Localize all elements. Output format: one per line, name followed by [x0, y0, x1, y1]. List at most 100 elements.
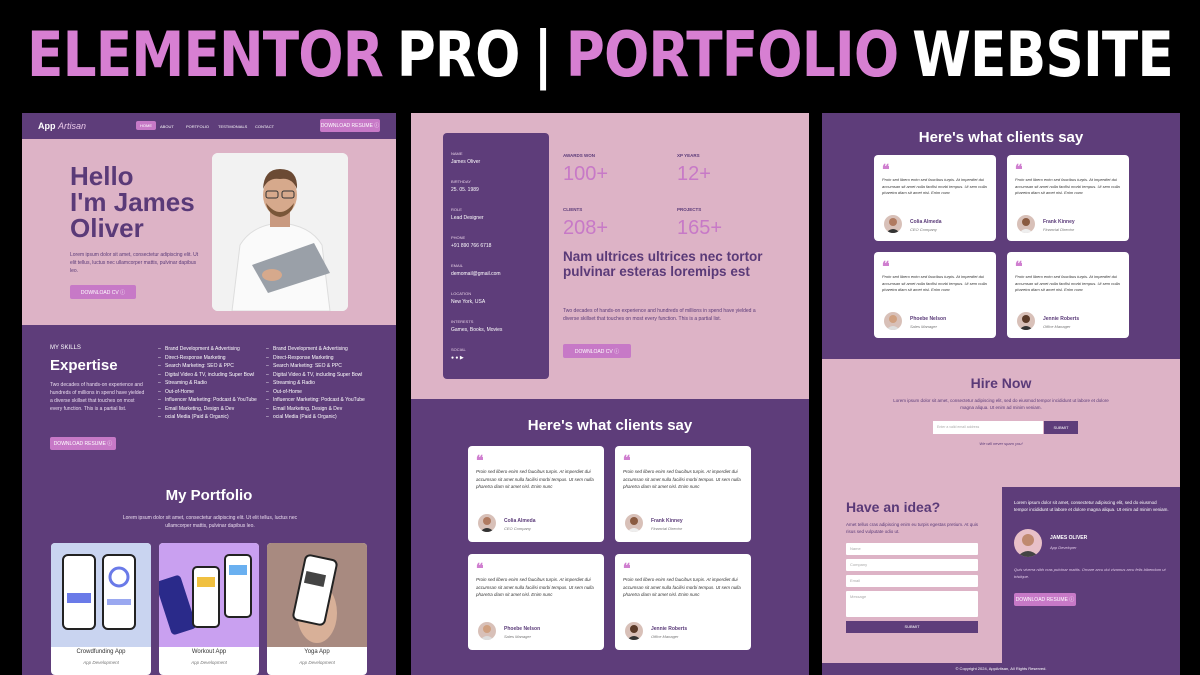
- title-elementor: ELEMENTOR: [27, 17, 384, 91]
- avatar: [478, 514, 496, 532]
- about-heading: Nam ultrices ultrices nec tortor pulvina…: [563, 249, 763, 279]
- dash-icon: –: [158, 354, 161, 361]
- avatar: [884, 215, 902, 233]
- testimonial-card: ❝ Proin sed libero enim sed faucibus tur…: [1007, 155, 1129, 241]
- name-field[interactable]: Name: [846, 543, 978, 555]
- profile-download-button[interactable]: DOWNLOAD RESUME ⓘ: [1014, 593, 1076, 606]
- portfolio-title: My Portfolio: [165, 487, 253, 504]
- panel-about: NAME James Oliver BIRTHDAY 25. 05. 1989 ROLE…: [411, 113, 809, 675]
- footer: © Copyright 2024, AppArtisan, All Rights…: [822, 663, 1180, 675]
- email-input[interactable]: Enter a valid email address: [933, 421, 1043, 434]
- panel-contact: Here's what clients say ❝ Proin sed libe…: [822, 113, 1180, 675]
- portfolio-card-yoga[interactable]: Yoga App App Development: [267, 543, 367, 675]
- profile-intro: Lorem ipsum dolor sit amet, consectetur …: [1014, 500, 1169, 512]
- dash-icon: –: [158, 371, 161, 378]
- quote-icon: ❝: [623, 452, 631, 468]
- card-title: Yoga App: [304, 649, 330, 655]
- quote-icon: ❝: [476, 452, 484, 468]
- skill-list-item: – Influencer Marketing: Podcast & YouTube: [158, 397, 257, 403]
- info-value: Lead Designer: [451, 215, 484, 221]
- testimonial-card: ❝ Proin sed libero enim sed faucibus tur…: [874, 155, 996, 241]
- quote-icon: ❝: [623, 560, 631, 576]
- skill-list-item: – Influencer Marketing: Podcast & YouTube: [266, 397, 365, 403]
- info-label: PHONE: [451, 235, 466, 240]
- twitter-icon[interactable]: ●: [455, 355, 458, 361]
- info-label: SOCIAL: [451, 347, 466, 352]
- info-label: ROLE: [451, 207, 462, 212]
- hero-line2: I'm James: [70, 187, 195, 217]
- navbar: App Artisan HOME ABOUT PORTFOLIO TESTIMO…: [22, 113, 396, 139]
- person-name: Frank Kinney: [651, 518, 683, 524]
- nav-about[interactable]: ABOUT: [160, 124, 174, 129]
- profile-photo: [212, 153, 348, 311]
- testimonial-text: Proin sed libero enim sed faucibus turpi…: [1015, 177, 1120, 195]
- dash-icon: –: [158, 397, 161, 403]
- skills-title: Expertise: [50, 357, 118, 374]
- hero-text: Lorem ipsum dolor sit amet, consectetur …: [70, 252, 199, 274]
- stat-label-xp: XP YEARS: [677, 153, 700, 158]
- nav-download-resume-button[interactable]: DOWNLOAD RESUME ⓘ: [320, 119, 380, 132]
- nav-portfolio[interactable]: PORTFOLIO: [186, 124, 209, 129]
- skill-list-item: – Out-of-Home: [158, 388, 194, 395]
- download-cv-button[interactable]: DOWNLOAD CV ⓘ: [70, 285, 136, 299]
- nav-home[interactable]: HOME: [136, 121, 156, 130]
- skill-list-item: – Brand Development & Advertising: [266, 346, 348, 352]
- quote-icon: ❝: [882, 161, 890, 177]
- hero-heading: Hello I'm James Oliver: [70, 163, 195, 241]
- avatar: [1017, 215, 1035, 233]
- skills-download-button[interactable]: DOWNLOAD RESUME ⓘ: [50, 437, 116, 450]
- person-role: Sales Manager: [910, 324, 937, 329]
- testimonial-text: Proin sed libero enim sed faucibus turpi…: [882, 177, 987, 195]
- email-submit-button[interactable]: SUBMIT: [1044, 421, 1078, 434]
- quote-icon: ❝: [1015, 161, 1023, 177]
- skills-text: Two decades of hands-on experience and h…: [50, 382, 145, 412]
- contact-section: Hire Now Lorem ipsum dolor sit amet, con…: [822, 359, 1180, 663]
- nav-testimonials[interactable]: TESTIMONIALS: [218, 124, 247, 129]
- info-value: Games, Books, Movies: [451, 327, 503, 333]
- stat-value-projects: 165+: [677, 217, 723, 239]
- info-sidebar: NAME James Oliver BIRTHDAY 25. 05. 1989 ROLE…: [443, 133, 549, 379]
- testimonial-card: ❝ Proin sed libero enim sed faucibus tur…: [615, 554, 751, 650]
- profile-name: JAMES OLIVER: [1050, 535, 1088, 541]
- testimonial-text: Proin sed libero enim sed faucibus turpi…: [1015, 274, 1120, 292]
- person-name: Phoebe Nelson: [910, 316, 947, 322]
- portfolio-text: Lorem ipsum dolor sit amet, consectetur …: [122, 515, 298, 529]
- stat-label-clients: CLIENTS: [563, 207, 583, 212]
- avatar: [884, 312, 902, 330]
- skill-list-item: – Streaming & Radio: [266, 380, 315, 386]
- portfolio-card-workout[interactable]: Workout App App Development: [159, 543, 259, 675]
- company-field[interactable]: Company: [846, 559, 978, 571]
- info-label: BIRTHDAY: [451, 179, 471, 184]
- panel-home: App Artisan HOME ABOUT PORTFOLIO TESTIMO…: [22, 113, 396, 675]
- portfolio-card-crowdfunding[interactable]: Crowdfunding App App Development: [51, 543, 151, 675]
- card-title: Workout App: [191, 649, 227, 655]
- person-name: Jennie Roberts: [1043, 316, 1080, 322]
- logo-text: App: [38, 121, 56, 131]
- profile-avatar: [1014, 529, 1042, 557]
- card-subtitle: App Development: [83, 660, 119, 665]
- facebook-icon[interactable]: ●: [451, 355, 454, 361]
- about-download-cv-button[interactable]: DOWNLOAD CV ⓘ: [563, 344, 631, 358]
- logo[interactable]: App Artisan: [38, 121, 86, 131]
- stat-label-projects: PROJECTS: [677, 207, 702, 212]
- social-icons[interactable]: ● ● ▶: [451, 355, 464, 361]
- message-field[interactable]: Message: [846, 591, 978, 617]
- person-role: CEO Company: [910, 227, 937, 232]
- profile-box: Lorem ipsum dolor sit amet, consectetur …: [1002, 487, 1180, 663]
- skills-list-col2: – Brand Development & Advertising – Direct-…: [266, 345, 366, 422]
- form-submit-button[interactable]: SUBMIT: [846, 621, 978, 633]
- dash-icon: –: [158, 380, 161, 386]
- hire-title: Hire Now: [970, 375, 1032, 391]
- person-role: Sales Manager: [504, 634, 531, 639]
- person-role: CEO Company: [504, 526, 531, 531]
- title-website: WEBSITE: [912, 17, 1174, 91]
- youtube-icon[interactable]: ▶: [460, 355, 464, 361]
- card-subtitle: App Development: [299, 660, 335, 665]
- hero-section: Hello I'm James Oliver Lorem ipsum dolor…: [22, 139, 396, 325]
- dash-icon: –: [266, 354, 269, 361]
- clients-title: Here's what clients say: [527, 417, 693, 434]
- email-field[interactable]: Email: [846, 575, 978, 587]
- nav-contact[interactable]: CONTACT: [255, 124, 274, 129]
- card-subtitle: App Development: [191, 660, 227, 665]
- info-label: INTERESTS: [451, 319, 474, 324]
